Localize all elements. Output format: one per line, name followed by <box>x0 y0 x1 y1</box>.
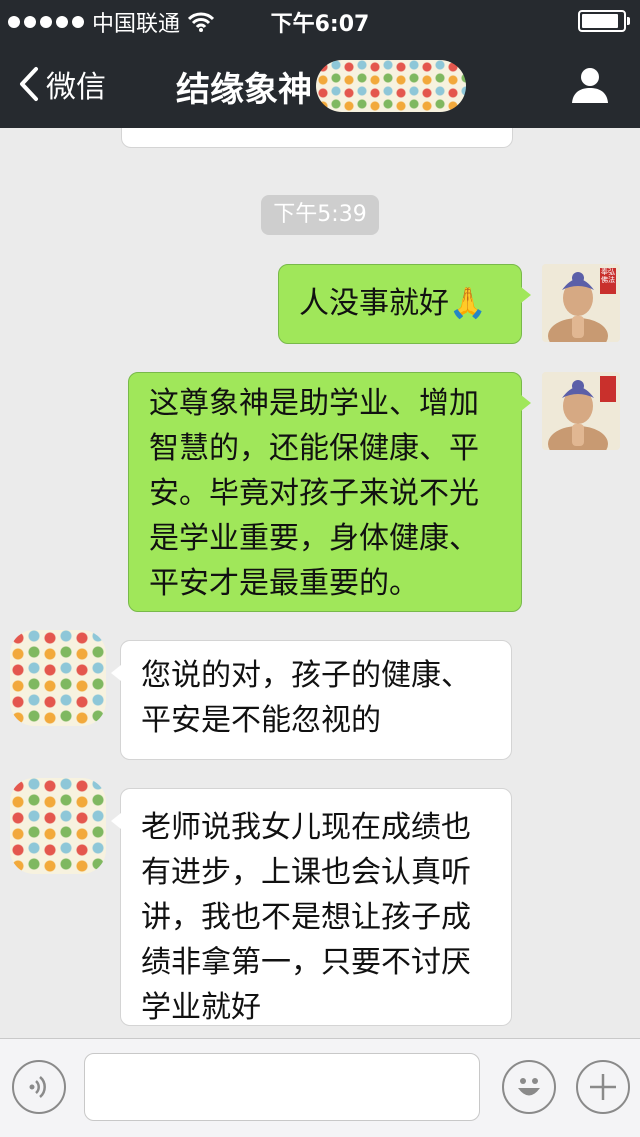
voice-icon <box>29 1076 46 1098</box>
message-bubble-outgoing[interactable]: 人没事就好🙏 <box>278 264 531 344</box>
message-bubble-outgoing[interactable]: 这尊象神是助学业、增加 智慧的，还能保健康、平 安。毕竟对孩子来说不光 是学业重… <box>128 372 531 612</box>
timestamp-label: 下午5:39 <box>261 195 379 235</box>
chat-title-text: 结缘象神 <box>176 69 312 110</box>
nav-bar: 微信 结缘象神 <box>0 40 640 128</box>
plus-button[interactable] <box>576 1060 630 1114</box>
plus-icon <box>590 1074 616 1100</box>
avatar-badge-text: 奉弘佛法 <box>601 268 615 284</box>
status-time: 下午6:07 <box>270 12 370 37</box>
user-icon[interactable] <box>570 66 610 104</box>
my-avatar[interactable] <box>542 372 620 450</box>
message-text: 人没事就好🙏 <box>299 286 487 321</box>
previous-message-bubble <box>121 128 513 148</box>
message-input[interactable] <box>84 1053 480 1121</box>
input-bar <box>0 1038 640 1137</box>
back-label: 微信 <box>46 70 106 105</box>
chat-area[interactable]: 下午5:39 人没事就好🙏 奉弘佛法 这尊象神是助学业、增加 智慧的，还能保健康… <box>0 128 640 1038</box>
chat-title: 结缘象神 <box>176 60 466 112</box>
back-button[interactable]: 微信 <box>18 62 106 106</box>
redaction-mask <box>316 60 466 112</box>
contact-avatar[interactable] <box>10 630 106 726</box>
message-bubble-incoming[interactable]: 您说的对，孩子的健康、 平安是不能忽视的 <box>111 640 512 760</box>
emoji-icon <box>518 1078 540 1096</box>
chevron-left-icon <box>20 67 38 101</box>
voice-button[interactable] <box>12 1060 66 1114</box>
message-text: 这尊象神是助学业、增加 智慧的，还能保健康、平 安。毕竟对孩子来说不光 是学业重… <box>149 386 479 601</box>
message-bubble-incoming[interactable]: 老师说我女儿现在成绩也 有进步，上课也会认真听 讲，我也不是想让孩子成 绩非拿第… <box>111 788 512 1026</box>
my-avatar[interactable]: 奉弘佛法 <box>542 264 620 342</box>
status-bar: 中国联通 下午6:07 <box>0 0 640 40</box>
message-text: 您说的对，孩子的健康、 平安是不能忽视的 <box>141 658 471 738</box>
battery-icon <box>578 10 630 32</box>
emoji-button[interactable] <box>502 1060 556 1114</box>
contact-avatar[interactable] <box>10 778 106 874</box>
message-text: 老师说我女儿现在成绩也 有进步，上课也会认真听 讲，我也不是想让孩子成 绩非拿第… <box>141 810 471 1025</box>
buddha-avatar-image <box>542 372 620 450</box>
